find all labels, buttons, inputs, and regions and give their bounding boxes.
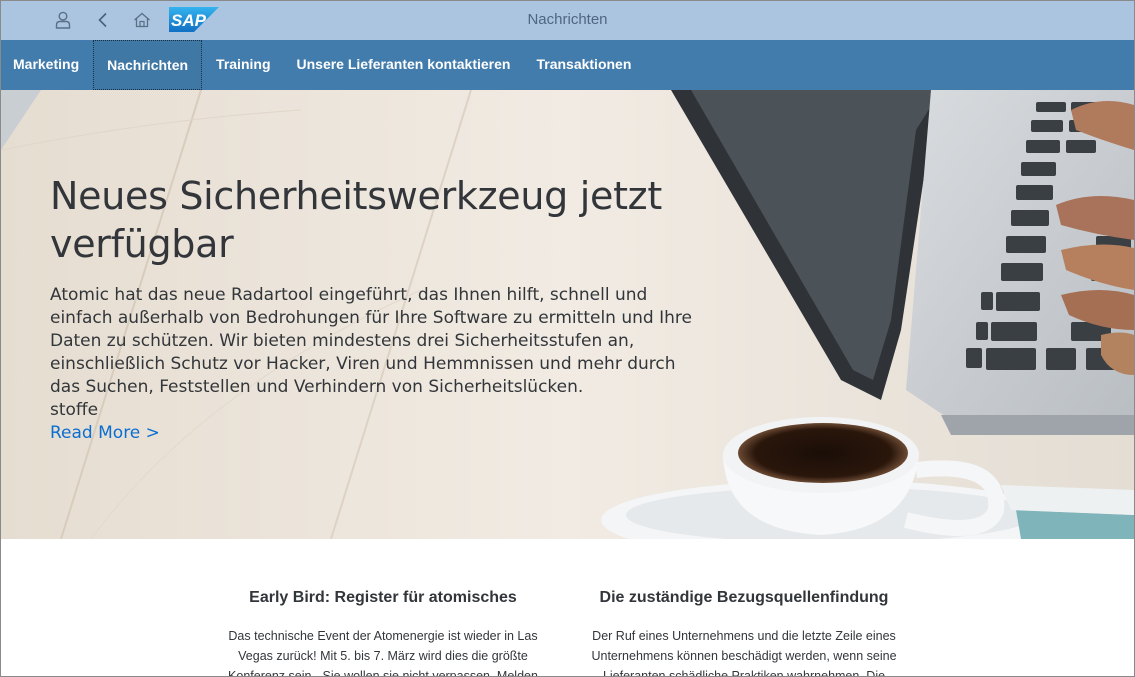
news-card-bezugsquellenfindung[interactable]: Die zuständige Bezugsquellenfindung Der … (584, 539, 904, 677)
hero-banner: Neues Sicherheitswerkzeug jetzt verfügba… (1, 90, 1134, 539)
sap-logo-text: SAP (171, 11, 207, 30)
news-cards: Early Bird: Register für atomisches Das … (1, 539, 1134, 677)
back-icon[interactable] (92, 9, 114, 31)
news-card-early-bird[interactable]: Early Bird: Register für atomisches Das … (223, 539, 543, 677)
user-icon[interactable] (52, 9, 74, 31)
nav-item-training[interactable]: Training (204, 40, 282, 90)
top-navigation: Marketing Nachrichten Training Unsere Li… (1, 40, 1134, 90)
card-text: Der Ruf eines Unternehmens und die letzt… (591, 629, 897, 677)
card-title: Die zuständige Bezugsquellenfindung (599, 589, 889, 606)
nav-item-transaktionen[interactable]: Transaktionen (524, 40, 643, 90)
nav-item-marketing[interactable]: Marketing (1, 40, 91, 90)
app-frame: SAP Nachrichten Marketing Nachrichten Tr… (0, 0, 1135, 677)
card-text: Das technische Event der Atomenergie ist… (228, 629, 538, 677)
read-more-link[interactable]: Read More > (50, 422, 160, 445)
hero-extra-text: stoffe (50, 400, 99, 420)
shell-bar: SAP Nachrichten (1, 1, 1134, 40)
hero-description: Atomic hat das neue Radartool eingeführt… (50, 285, 692, 397)
home-icon[interactable] (131, 9, 153, 31)
card-title: Early Bird: Register für atomisches (249, 589, 517, 606)
hero-title: Neues Sicherheitswerkzeug jetzt verfügba… (50, 174, 662, 266)
nav-item-nachrichten[interactable]: Nachrichten (93, 40, 203, 90)
sap-logo[interactable]: SAP (169, 7, 219, 32)
nav-item-lieferanten-kontaktieren[interactable]: Unsere Lieferanten kontaktieren (285, 40, 523, 90)
